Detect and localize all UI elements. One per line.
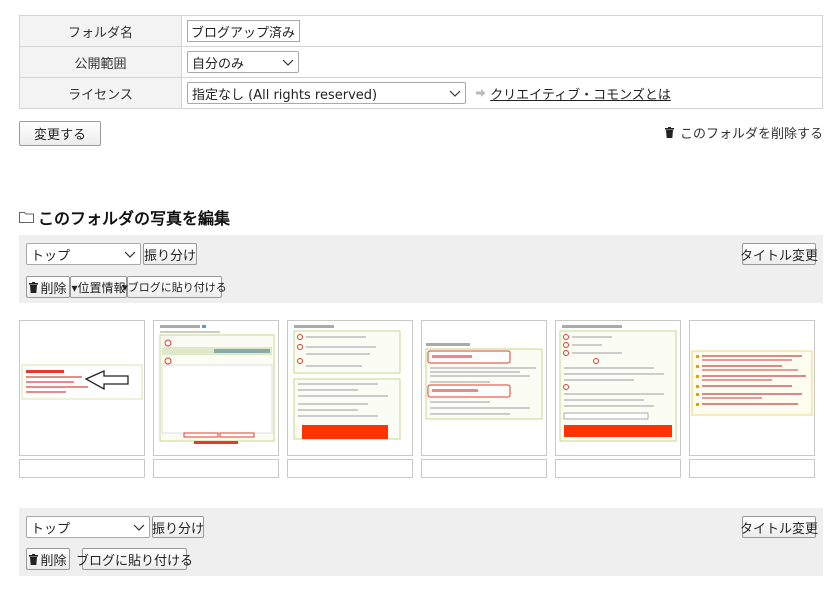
photo-item [19, 320, 145, 478]
toolbar-top: トップ 振り分け タイトル変更 削除 ▾位置情報 ▾ブログに貼り付ける [19, 235, 823, 303]
photo-image [21, 364, 143, 400]
folder-name-label: フォルダ名 [19, 15, 182, 47]
chevron-down-icon [124, 251, 136, 258]
delete-label: 削除 [40, 281, 67, 297]
folder-icon [19, 212, 34, 223]
target-select-bottom[interactable]: トップ [26, 516, 150, 538]
blog-paste-button-bottom[interactable]: ブログに貼り付ける [76, 548, 193, 570]
chevron-down-icon [282, 59, 294, 66]
trash-icon [29, 281, 39, 293]
toolbar-bottom: トップ 振り分け タイトル変更 削除 ブログに貼り付ける [19, 508, 823, 576]
photo-item [555, 320, 681, 478]
photo-caption-input[interactable] [421, 459, 547, 478]
rename-button-bottom[interactable]: タイトル変更 [740, 516, 818, 538]
delete-button-top[interactable]: 削除 [26, 276, 70, 298]
photo-thumbnail[interactable] [421, 320, 547, 456]
folder-settings-table: フォルダ名 公開範囲 自分のみ ライセンス 指定なし (All rights r… [19, 15, 823, 109]
edit-section-label: このフォルダの写真を編集 [38, 209, 231, 228]
photo-grid [19, 320, 823, 480]
license-select[interactable]: 指定なし (All rights reserved) [187, 82, 466, 104]
photo-caption-input[interactable] [689, 459, 815, 478]
trash-icon [29, 553, 39, 565]
photo-image [691, 350, 813, 416]
photo-item [287, 320, 413, 478]
photo-thumbnail[interactable] [689, 320, 815, 456]
chevron-down-icon [133, 524, 145, 531]
blog-paste-button-top[interactable]: ▾ブログに貼り付ける [122, 276, 227, 298]
chevron-down-icon [449, 90, 461, 97]
arrow-right-icon [476, 89, 486, 97]
photo-thumbnail[interactable] [19, 320, 145, 456]
photo-item [689, 320, 815, 478]
delete-button-bottom[interactable]: 削除 [26, 548, 70, 570]
edit-section-title: このフォルダの写真を編集 [19, 205, 230, 229]
rename-button-top[interactable]: タイトル変更 [740, 243, 818, 265]
delete-folder-label: このフォルダを削除する [679, 127, 823, 142]
folder-name-row: フォルダ名 [19, 15, 823, 47]
scope-row: 公開範囲 自分のみ [19, 46, 823, 78]
scope-label: 公開範囲 [19, 46, 182, 78]
target-select-value: トップ [31, 248, 71, 264]
photo-image [559, 325, 677, 442]
location-button-top[interactable]: ▾位置情報 [70, 276, 127, 298]
scope-select-value: 自分のみ [192, 56, 245, 72]
scope-select[interactable]: 自分のみ [187, 51, 299, 73]
license-row: ライセンス 指定なし (All rights reserved) クリエイティブ… [19, 77, 823, 109]
photo-caption-input[interactable] [153, 459, 279, 478]
license-label: ライセンス [19, 77, 182, 109]
photo-item [153, 320, 279, 478]
change-button[interactable]: 変更する [19, 121, 101, 146]
sort-button-top[interactable]: 振り分け [143, 243, 197, 265]
photo-item [421, 320, 547, 478]
photo-image [293, 325, 401, 440]
cc-link-wrap: クリエイティブ・コモンズとは [476, 84, 671, 103]
photo-thumbnail[interactable] [153, 320, 279, 456]
target-select-value: トップ [31, 521, 71, 537]
delete-label: 削除 [40, 553, 67, 569]
trash-icon [664, 127, 674, 138]
photo-caption-input[interactable] [555, 459, 681, 478]
photo-caption-input[interactable] [19, 459, 145, 478]
photo-image [159, 325, 275, 444]
creative-commons-link[interactable]: クリエイティブ・コモンズとは [490, 84, 671, 103]
target-select-top[interactable]: トップ [26, 243, 141, 265]
photo-thumbnail[interactable] [555, 320, 681, 456]
license-select-value: 指定なし (All rights reserved) [192, 87, 378, 103]
delete-folder-link[interactable]: このフォルダを削除する [664, 123, 823, 142]
sort-button-bottom[interactable]: 振り分け [152, 516, 204, 538]
photo-image [425, 343, 543, 420]
photo-caption-input[interactable] [287, 459, 413, 478]
folder-name-input[interactable] [187, 20, 300, 42]
photo-thumbnail[interactable] [287, 320, 413, 456]
